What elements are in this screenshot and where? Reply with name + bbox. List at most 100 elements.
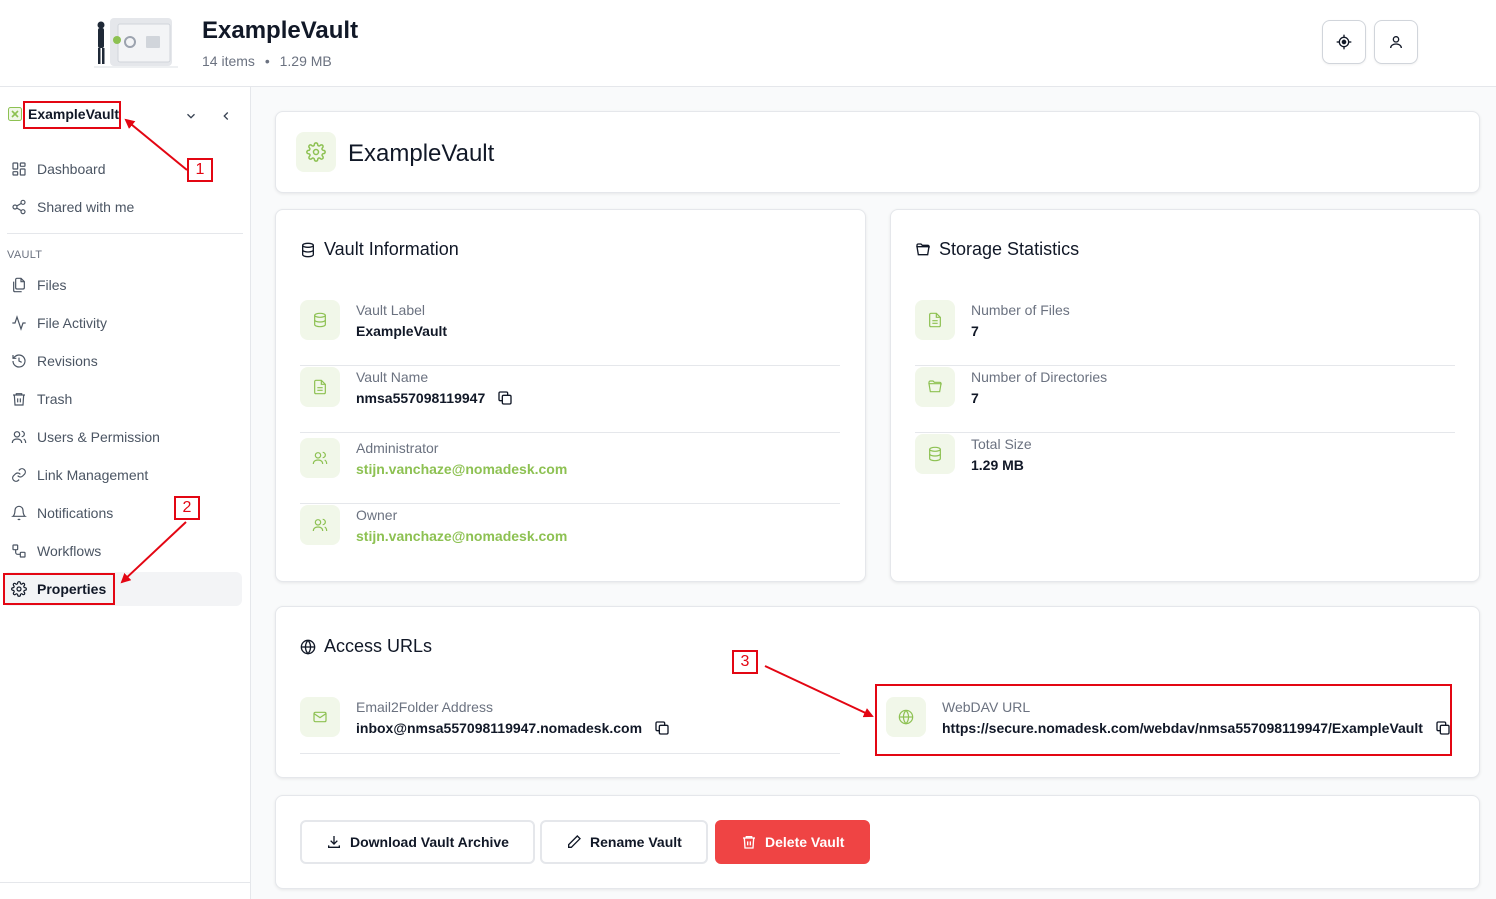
annotation-number-1: 1 (187, 158, 213, 182)
button-label: Delete Vault (765, 834, 845, 850)
vault-label-value: ExampleVault (356, 323, 448, 339)
link-icon (11, 467, 27, 483)
activity-icon (11, 315, 27, 331)
administrator-row: Administrator stijn.vanchaze@nomadesk.co… (300, 438, 840, 504)
sidebar-item-label: Trash (37, 391, 73, 407)
sidebar-item-users-permission[interactable]: Users & Permission (3, 420, 242, 454)
vault-size: 1.29 MB (279, 53, 332, 69)
history-icon (11, 353, 27, 369)
crosshair-icon (1336, 34, 1352, 50)
settings-icon (296, 132, 336, 172)
storage-statistics-title: Storage Statistics (915, 239, 1079, 260)
file-count-label: Number of Files (971, 302, 1070, 318)
sidebar-item-file-activity[interactable]: File Activity (3, 306, 242, 340)
bell-icon (11, 505, 27, 521)
database-icon (302, 242, 314, 257)
administrator-label: Administrator (356, 440, 439, 456)
vault-illustration (84, 14, 188, 70)
sidebar-item-workflows[interactable]: Workflows (3, 534, 242, 568)
directory-count-label: Number of Directories (971, 369, 1108, 385)
card-title-text: Storage Statistics (939, 239, 1080, 259)
top-bar: ExampleVault 14 items • 1.29 MB (0, 0, 1496, 87)
nav-divider (7, 233, 243, 234)
dashboard-icon (11, 161, 27, 177)
row-divider (300, 365, 840, 366)
file-count-row: Number of Files 7 (915, 300, 1455, 366)
storage-statistics-card: Storage Statistics Number of Files 7 Num… (890, 209, 1480, 582)
folder-open-icon (916, 242, 930, 255)
collapse-sidebar-button[interactable] (219, 109, 233, 123)
sidebar-item-files[interactable]: Files (3, 268, 242, 302)
trash-icon (743, 836, 755, 849)
database-icon (915, 434, 955, 474)
sidebar-item-notifications[interactable]: Notifications (3, 496, 242, 530)
copy-icon (498, 391, 512, 405)
item-count: 14 items (202, 53, 255, 69)
administrator-email-link[interactable]: stijn.vanchaze@nomadesk.com (356, 461, 567, 477)
sidebar-item-label: File Activity (37, 315, 108, 331)
annotation-box-vault-selector (23, 101, 121, 129)
files-icon (11, 277, 27, 293)
vault-information-title: Vault Information (300, 239, 459, 260)
locate-button[interactable] (1322, 20, 1366, 64)
trash-icon (11, 391, 27, 407)
sidebar-item-label: Revisions (37, 353, 98, 369)
copy-icon (655, 721, 669, 735)
file-icon (915, 300, 955, 340)
row-divider (300, 432, 840, 433)
workflow-icon (11, 543, 27, 559)
sidebar-item-label: Dashboard (37, 161, 106, 177)
pencil-icon (568, 835, 581, 848)
card-title-text: Vault Information (324, 239, 459, 259)
sidebar-item-link-management[interactable]: Link Management (3, 458, 242, 492)
total-size-row: Total Size 1.29 MB (915, 434, 1455, 500)
sidebar-item-shared[interactable]: Shared with me (3, 190, 242, 224)
vault-name-row: Vault Name nmsa557098119947 (300, 367, 840, 433)
copy-vault-name-button[interactable] (497, 390, 513, 406)
directory-count-value: 7 (971, 390, 979, 406)
row-divider (300, 503, 840, 504)
section-heading-vault: VAULT (7, 249, 43, 261)
sidebar-item-revisions[interactable]: Revisions (3, 344, 242, 378)
button-label: Rename Vault (590, 834, 682, 850)
annotation-box-properties (3, 573, 115, 605)
delete-vault-button[interactable]: Delete Vault (715, 820, 871, 864)
download-archive-button[interactable]: Download Vault Archive (300, 820, 535, 864)
copy-email-button[interactable] (654, 720, 670, 736)
sidebar-item-label: Link Management (37, 467, 149, 483)
sidebar-item-label: Files (37, 277, 67, 293)
vault-logo-icon (8, 107, 22, 121)
rename-vault-button[interactable]: Rename Vault (540, 820, 708, 864)
owner-row: Owner stijn.vanchaze@nomadesk.com (300, 505, 840, 571)
directory-count-row: Number of Directories 7 (915, 367, 1455, 433)
users-icon (300, 438, 340, 478)
sidebar: ExampleVault Dashboard Shared with me VA… (0, 87, 251, 899)
row-divider (300, 753, 840, 754)
main-content: ExampleVault Vault Information Vault Lab… (251, 87, 1496, 899)
owner-email-link[interactable]: stijn.vanchaze@nomadesk.com (356, 528, 567, 544)
globe-icon (300, 639, 316, 655)
sidebar-item-label: Shared with me (37, 199, 135, 215)
user-menu-button[interactable] (1374, 20, 1418, 64)
mail-icon (300, 697, 340, 737)
sidebar-item-label: Users & Permission (37, 429, 160, 445)
folder-icon (915, 367, 955, 407)
sidebar-item-trash[interactable]: Trash (3, 382, 242, 416)
vault-name-value-wrap: nmsa557098119947 (356, 390, 513, 406)
properties-header-card: ExampleVault (275, 111, 1480, 193)
vault-meta: 14 items • 1.29 MB (202, 53, 332, 69)
user-icon (1390, 36, 1402, 49)
file-icon (300, 367, 340, 407)
total-size-label: Total Size (971, 436, 1032, 452)
button-label: Download Vault Archive (350, 834, 509, 850)
users-icon (11, 429, 27, 445)
vault-name-label: Vault Name (356, 369, 429, 385)
access-urls-title: Access URLs (300, 636, 432, 657)
share-icon (11, 199, 27, 215)
meta-separator: • (264, 53, 270, 69)
vault-title: ExampleVault (202, 17, 359, 44)
vault-dropdown-button[interactable] (184, 109, 198, 123)
sidebar-footer-divider (0, 882, 251, 883)
sidebar-item-label: Notifications (37, 505, 114, 521)
download-icon (328, 836, 340, 848)
